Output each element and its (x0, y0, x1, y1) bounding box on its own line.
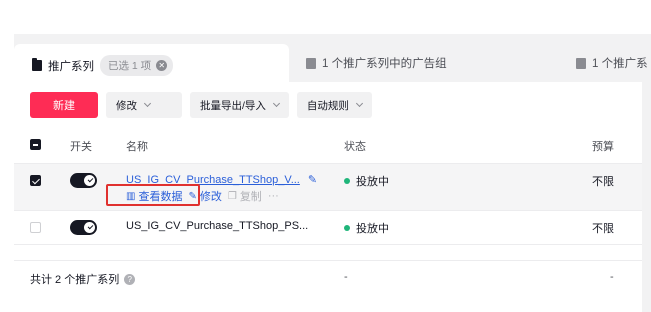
status-label: 投放中 (356, 176, 389, 188)
total-count: 共计 2 个推广系列 ? (30, 271, 136, 287)
tab-bar: 推广系列 已选 1 项 ✕ 1 个推广系列中的广告组 1 个推广系 (14, 44, 651, 84)
status-cell: 投放中 (344, 173, 389, 189)
edit-dropdown[interactable]: 修改 (106, 92, 182, 118)
select-all-checkbox[interactable] (30, 139, 41, 150)
table-footer-row: 共计 2 个推广系列 ? - - (14, 260, 642, 292)
budget-cell: 不限 (592, 223, 614, 235)
total-count-label: 共计 2 个推广系列 (30, 274, 120, 286)
edit-dropdown-label: 修改 (116, 99, 137, 112)
status-cell: 投放中 (344, 220, 389, 236)
top-blank-area (0, 0, 651, 34)
pencil-icon[interactable]: ✎ (308, 173, 317, 186)
row-toggle-switch[interactable] (70, 173, 97, 188)
tab-campaigns-label: 推广系列 (48, 60, 94, 73)
header-toggle: 开关 (70, 141, 92, 153)
document-icon (576, 57, 586, 69)
auto-rules-label: 自动规则 (306, 99, 349, 112)
chevron-down-icon (143, 99, 152, 108)
header-name[interactable]: 名称 (126, 138, 148, 154)
row-toggle-switch[interactable] (70, 220, 97, 235)
selected-count-badge[interactable]: 已选 1 项 ✕ (100, 55, 174, 76)
status-dot-icon (344, 225, 350, 231)
chevron-down-icon (355, 99, 363, 108)
header-budget[interactable]: 预算 (592, 138, 614, 154)
tab-ads-label: 1 个推广系 (592, 58, 648, 70)
campaign-name-link[interactable]: US_IG_CV_Purchase_TTShop_PS... (126, 220, 308, 232)
bulk-export-import-dropdown[interactable]: 批量导出/导入 (190, 92, 289, 118)
edit-label: 修改 (199, 191, 222, 203)
copy-label: 复制 (239, 191, 262, 203)
copy-link[interactable]: ❐ 复制 (228, 188, 262, 204)
document-icon (306, 57, 316, 69)
header-status[interactable]: 状态 (344, 138, 366, 154)
status-dot-icon (344, 178, 350, 184)
folder-icon (32, 58, 42, 71)
more-actions-button[interactable]: ··· (268, 190, 279, 202)
chevron-down-icon (272, 99, 280, 108)
clear-selection-icon[interactable]: ✕ (156, 60, 168, 71)
tab-ads[interactable]: 1 个推广系 (576, 55, 648, 71)
tab-adgroups[interactable]: 1 个推广系列中的广告组 (306, 55, 447, 71)
auto-rules-dropdown[interactable]: 自动规则 (296, 92, 372, 118)
row-checkbox[interactable] (30, 175, 41, 186)
bulk-dropdown-label: 批量导出/导入 (200, 99, 266, 112)
table-header-row: 开关 名称 状态 预算 (14, 126, 642, 164)
toolbar: 新建 修改 批量导出/导入 自动规则 (30, 92, 372, 118)
status-label: 投放中 (356, 223, 389, 235)
status-summary: - (344, 271, 348, 283)
annotation-highlight-box (106, 184, 200, 206)
copy-icon: ❐ (227, 190, 237, 202)
table-row[interactable]: US_IG_CV_Purchase_TTShop_PS... 投放中 不限 (14, 211, 642, 245)
new-button[interactable]: 新建 (30, 92, 98, 118)
tab-adgroups-label: 1 个推广系列中的广告组 (322, 58, 447, 70)
row-checkbox[interactable] (30, 222, 41, 233)
selected-count-label: 已选 1 项 (108, 60, 152, 72)
help-icon[interactable]: ? (124, 273, 136, 285)
tab-campaigns[interactable]: 推广系列 已选 1 项 ✕ (32, 55, 174, 76)
budget-cell: 不限 (592, 176, 614, 188)
right-edge (642, 82, 651, 312)
budget-summary: - (610, 271, 614, 283)
